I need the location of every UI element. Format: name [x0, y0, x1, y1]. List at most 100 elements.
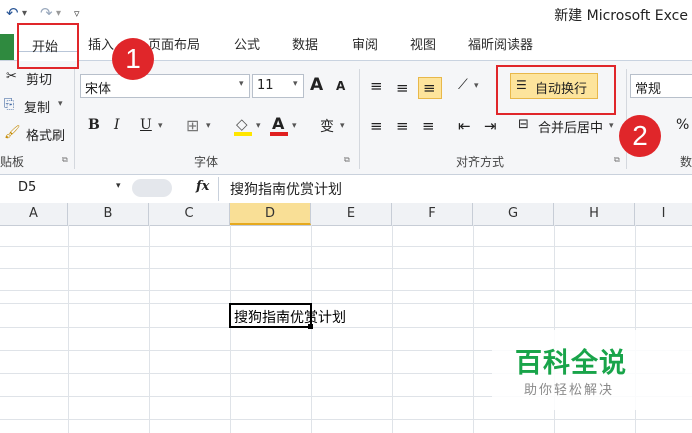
formula-input[interactable]: 搜狗指南优赏计划: [230, 179, 342, 199]
cut-button[interactable]: 剪切: [26, 69, 52, 88]
formula-divider: [218, 177, 219, 201]
copy-icon: ⎘: [4, 97, 15, 112]
group-separator: [74, 69, 75, 169]
fill-color-icon[interactable]: ◇: [236, 115, 248, 133]
ribbon-tabs: 开始 插入 页面布局 公式 数据 审阅 视图 福昕阅读器: [0, 26, 692, 88]
clipboard-launcher-icon[interactable]: ⧉: [62, 155, 68, 165]
undo-dropdown-icon[interactable]: ▾: [22, 8, 27, 19]
font-color-button[interactable]: A: [272, 114, 284, 133]
copy-dropdown-icon[interactable]: ▾: [58, 99, 63, 109]
grid-line: [68, 225, 69, 433]
phonetic-button[interactable]: 变: [320, 116, 334, 136]
step-2-badge: 2: [619, 115, 661, 157]
fill-color-dropdown-icon[interactable]: ▾: [256, 121, 261, 131]
merge-center-button[interactable]: 合并后居中: [538, 117, 603, 136]
font-group-label: 字体: [194, 155, 219, 169]
grid-line: [230, 225, 231, 433]
font-size-select[interactable]: 11 ▾: [252, 74, 304, 98]
name-box[interactable]: D5 ▾: [0, 177, 128, 199]
redo-dropdown-icon[interactable]: ▾: [56, 8, 61, 19]
align-top-icon[interactable]: ≡: [370, 77, 383, 95]
font-name-value: 宋体: [85, 82, 112, 97]
redo-icon[interactable]: ↷: [40, 4, 53, 22]
clipboard-group-label: 贴板: [0, 155, 25, 169]
align-bottom-button[interactable]: ≡: [418, 77, 442, 99]
percent-button[interactable]: %: [676, 117, 689, 133]
decrease-indent-icon[interactable]: ⇤: [458, 117, 471, 135]
merge-dropdown-icon[interactable]: ▾: [609, 121, 614, 131]
format-painter-icon: 🖌: [4, 125, 21, 140]
copy-button[interactable]: 复制: [24, 97, 50, 116]
number-group-label: 数: [680, 155, 692, 169]
column-header-g[interactable]: G: [473, 203, 554, 225]
border-icon[interactable]: ⊞: [186, 116, 199, 135]
tab-review[interactable]: 审阅: [352, 34, 378, 53]
tab-view[interactable]: 视图: [410, 34, 436, 53]
border-dropdown-icon[interactable]: ▾: [206, 121, 211, 131]
align-center-icon[interactable]: ≡: [396, 117, 409, 135]
column-header-c[interactable]: C: [149, 203, 230, 225]
title-bar: ↶ ▾ ↷ ▾ ▿ 新建 Microsoft Exce: [0, 0, 692, 26]
underline-button[interactable]: U: [140, 117, 152, 133]
grid-line: [0, 327, 692, 328]
shrink-font-button[interactable]: A: [336, 79, 345, 93]
column-header-f[interactable]: F: [392, 203, 473, 225]
orientation-dropdown-icon[interactable]: ▾: [474, 81, 479, 91]
watermark-subtitle: 助你轻松解决: [524, 383, 615, 398]
column-header-a[interactable]: A: [0, 203, 68, 225]
chevron-down-icon: ▾: [293, 79, 298, 89]
align-bottom-icon: ≡: [423, 79, 436, 97]
highlight-wrap-text: [496, 65, 616, 115]
number-format-select[interactable]: 常规: [630, 74, 692, 98]
increase-indent-icon[interactable]: ⇥: [484, 117, 497, 135]
group-separator: [359, 69, 360, 169]
tab-data[interactable]: 数据: [292, 34, 318, 53]
number-format-value: 常规: [635, 82, 662, 97]
grid-line: [0, 290, 692, 291]
font-launcher-icon[interactable]: ⧉: [344, 155, 350, 165]
insert-function-button[interactable]: fx: [196, 179, 209, 194]
chevron-down-icon[interactable]: ▾: [116, 181, 121, 191]
tab-foxit-reader[interactable]: 福昕阅读器: [468, 34, 533, 53]
grid-line: [0, 303, 692, 304]
grow-font-button[interactable]: A: [310, 75, 323, 95]
column-header-b[interactable]: B: [68, 203, 149, 225]
font-name-select[interactable]: 宋体 ▾: [80, 74, 250, 98]
column-header-i[interactable]: I: [635, 203, 692, 225]
undo-icon[interactable]: ↶: [6, 4, 19, 22]
font-color-dropdown-icon[interactable]: ▾: [292, 121, 297, 131]
fill-color-swatch: [234, 132, 252, 136]
grid-line: [392, 225, 393, 433]
phonetic-dropdown-icon[interactable]: ▾: [340, 121, 345, 131]
font-size-value: 11: [257, 78, 274, 93]
format-painter-button[interactable]: 格式刷: [26, 125, 65, 144]
column-header-e[interactable]: E: [311, 203, 392, 225]
tab-insert[interactable]: 插入: [88, 34, 114, 53]
align-left-icon[interactable]: ≡: [370, 117, 383, 135]
column-header-h[interactable]: H: [554, 203, 635, 225]
orientation-icon[interactable]: ⟋: [458, 77, 468, 93]
tab-formulas[interactable]: 公式: [234, 34, 260, 53]
align-middle-icon[interactable]: ≡: [396, 79, 409, 97]
qat-customize-icon[interactable]: ▿: [74, 7, 80, 20]
grid-line: [0, 268, 692, 269]
name-box-value: D5: [18, 180, 37, 195]
font-color-swatch: [270, 132, 288, 136]
grid-line: [311, 225, 312, 433]
column-header-d[interactable]: D: [230, 203, 311, 225]
italic-button[interactable]: I: [114, 117, 120, 133]
align-right-icon[interactable]: ≡: [422, 117, 435, 135]
step-1-badge: 1: [112, 38, 154, 80]
cell-d5-text: 搜狗指南优赏计划: [234, 310, 346, 326]
alignment-launcher-icon[interactable]: ⧉: [614, 155, 620, 165]
highlight-home-tab: [17, 23, 79, 69]
underline-dropdown-icon[interactable]: ▾: [158, 121, 163, 131]
formula-bar-divider-handle[interactable]: [132, 179, 172, 197]
watermark-title: 百科全说: [515, 348, 627, 379]
grid-line: [0, 246, 692, 247]
bold-button[interactable]: B: [88, 117, 100, 133]
column-headers: A B C D E F G H I: [0, 203, 692, 226]
file-tab[interactable]: [0, 34, 14, 60]
formula-bar: D5 ▾ fx 搜狗指南优赏计划: [0, 175, 692, 204]
tab-page-layout[interactable]: 页面布局: [148, 34, 200, 53]
